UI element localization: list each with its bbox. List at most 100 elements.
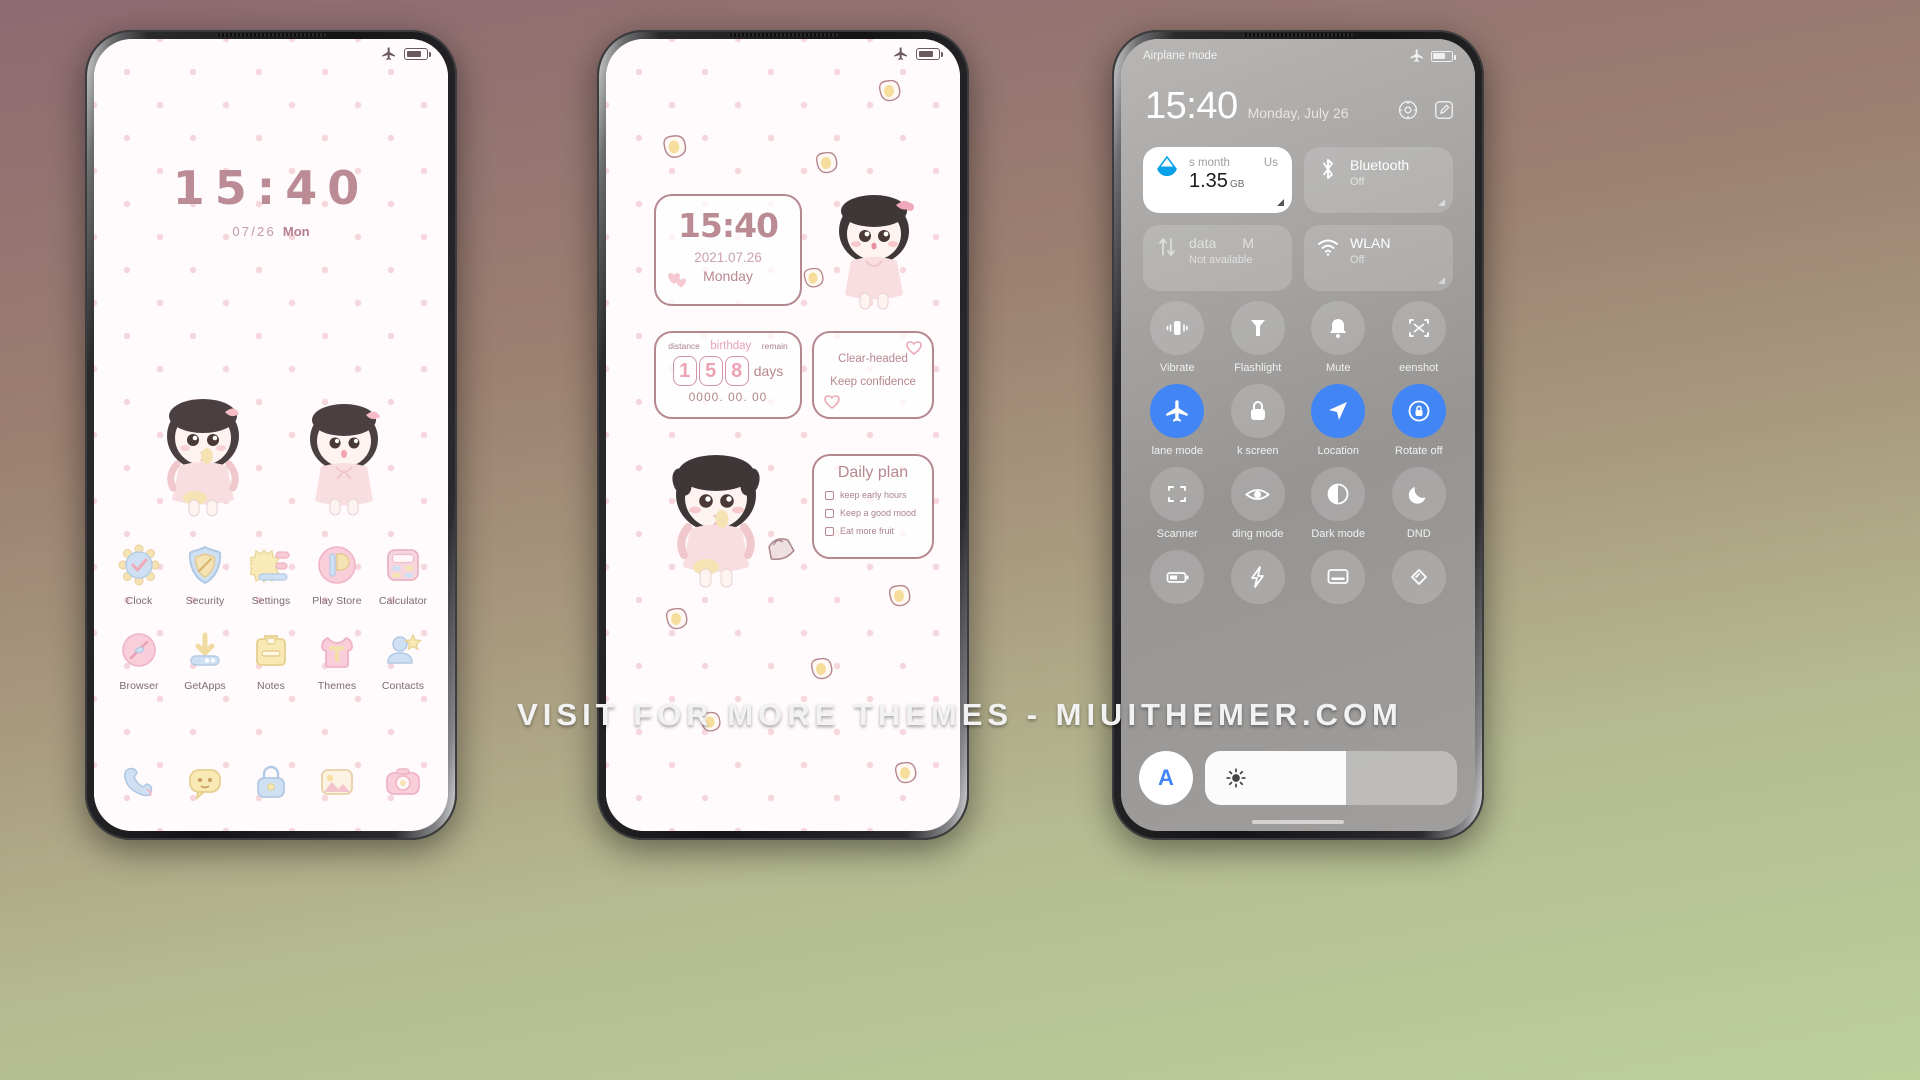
toggle-nfc[interactable] [1379, 550, 1460, 611]
wlan-title: WLAN [1350, 235, 1391, 251]
toggle-battery-boost[interactable] [1218, 550, 1299, 611]
toggle-label: Mute [1326, 362, 1351, 374]
egg-sticker [806, 657, 836, 688]
lockscreen-time: 15:40 [172, 161, 370, 215]
egg-sticker [884, 584, 914, 615]
plan-checkbox[interactable] [825, 526, 834, 536]
plan-item[interactable]: Eat more fruit [825, 526, 932, 536]
toggle-dnd[interactable]: DND [1379, 467, 1460, 540]
toggle-flashlight[interactable]: Flashlight [1218, 301, 1299, 374]
card-wlan[interactable]: WLAN Off [1304, 225, 1453, 291]
flashlight-icon [1230, 301, 1285, 355]
control-center-actions [1397, 99, 1455, 121]
toggle-label: ding mode [1232, 528, 1284, 540]
egg-sticker [874, 79, 904, 110]
quote-line-2: Keep confidence [830, 376, 916, 388]
plan-item[interactable]: keep early hours [825, 490, 932, 500]
camera-icon[interactable] [382, 761, 424, 803]
toggle-lock-screen[interactable]: k screen [1218, 384, 1299, 457]
app-clock[interactable]: Clock [108, 544, 170, 607]
card-bluetooth[interactable]: Bluetooth Off [1304, 147, 1453, 213]
settings-gear-icon[interactable] [1397, 99, 1419, 121]
toggle-location[interactable]: Location [1298, 384, 1379, 457]
plan-checkbox[interactable] [825, 490, 834, 500]
toggle-vibrate[interactable]: Vibrate [1137, 301, 1218, 374]
toggle-label: DND [1406, 528, 1431, 540]
status-airplane-label: Airplane mode [1143, 50, 1218, 62]
app-browser[interactable]: Browser [108, 629, 170, 692]
toggle-dark-mode[interactable]: Dark mode [1298, 467, 1379, 540]
heart-icon [668, 273, 686, 288]
toggle-screenshot[interactable]: eenshot [1379, 301, 1460, 374]
bolt-icon [1230, 550, 1285, 604]
data-drop-icon [1155, 156, 1179, 181]
app-notes[interactable]: Notes [240, 629, 302, 692]
heart-icon [906, 341, 922, 355]
location-icon [1311, 384, 1366, 438]
card-mobile-data[interactable]: data M Not available [1143, 225, 1292, 291]
nfc-icon [1391, 550, 1446, 604]
quick-setting-cards: s month Us 1.35 GB Bluetooth Off data M … [1143, 147, 1453, 291]
toggle-battery-saver[interactable] [1137, 550, 1218, 611]
messages-icon[interactable] [184, 761, 226, 803]
app-play-store[interactable]: Play Store [306, 544, 368, 607]
expand-corner-icon[interactable] [1438, 199, 1445, 206]
lock-icon[interactable] [250, 761, 292, 803]
shield-icon [184, 544, 226, 586]
expand-corner-icon[interactable] [1277, 199, 1284, 206]
expand-corner-icon[interactable] [1438, 277, 1445, 284]
settings-icon [246, 544, 292, 586]
character-girl-right [294, 399, 394, 521]
plan-item-label: Eat more fruit [840, 526, 895, 536]
app-getapps[interactable]: GetApps [174, 629, 236, 692]
toggle-cast[interactable] [1298, 550, 1379, 611]
phone-icon[interactable] [118, 761, 160, 803]
screenshot-stage: 15:40 07/26 Mon Clock Security Settings … [0, 0, 1920, 1080]
edit-icon[interactable] [1433, 99, 1455, 121]
auto-brightness-button[interactable]: A [1139, 751, 1193, 805]
toggle-mute[interactable]: Mute [1298, 301, 1379, 374]
widget-quote[interactable]: Clear-headed Keep confidence [812, 331, 934, 419]
app-settings[interactable]: Settings [240, 544, 302, 607]
toggle-rotate-off[interactable]: Rotate off [1379, 384, 1460, 457]
clock-icon [118, 544, 160, 586]
egg-sticker [890, 761, 920, 792]
app-calculator[interactable]: Calculator [372, 544, 434, 607]
birthday-label-mid: birthday [710, 340, 752, 352]
themes-icon [316, 629, 358, 671]
egg-sticker [811, 151, 841, 182]
toggle-grid: Vibrate Flashlight Mute eenshot lane mod… [1137, 301, 1459, 611]
lockscreen-statusbar [94, 39, 448, 69]
character-girl-left [149, 394, 257, 522]
toggle-label: Rotate off [1395, 445, 1443, 457]
card-data-usage[interactable]: s month Us 1.35 GB [1143, 147, 1292, 213]
widget-daily-plan[interactable]: Daily plan keep early hours Keep a good … [812, 454, 934, 559]
toggle-label: eenshot [1399, 362, 1439, 374]
lock-icon [1230, 384, 1285, 438]
widget-clock[interactable]: 15:40 2021.07.26 Monday [654, 194, 802, 306]
gallery-icon[interactable] [316, 761, 358, 803]
toggle-scanner[interactable]: Scanner [1137, 467, 1218, 540]
plan-checkbox[interactable] [825, 508, 834, 518]
toggle-reading-mode[interactable]: ding mode [1218, 467, 1299, 540]
character-girl-top [822, 191, 926, 315]
control-center-clock-row: 15:40 Monday, July 26 [1145, 87, 1455, 125]
brightness-slider[interactable] [1205, 751, 1457, 805]
lockscreen-date-value: 07/26 [232, 224, 276, 239]
birthday-digit: 1 [672, 356, 697, 386]
egg-sticker [799, 267, 827, 296]
toggle-airplane-mode[interactable]: lane mode [1137, 384, 1218, 457]
app-security[interactable]: Security [174, 544, 236, 607]
toggle-label: Location [1317, 445, 1360, 457]
plan-item[interactable]: Keep a good mood [825, 508, 932, 518]
app-themes[interactable]: Themes [306, 629, 368, 692]
scanner-icon [1150, 467, 1205, 521]
app-label: Security [185, 595, 225, 607]
app-label: Browser [119, 680, 159, 692]
airplane-icon [382, 47, 395, 60]
toggle-label: k screen [1236, 445, 1279, 457]
widget-birthday[interactable]: distance birthday remain 1 5 8 days 0000… [654, 331, 802, 419]
app-contacts[interactable]: Contacts [372, 629, 434, 692]
heart-icon [824, 395, 840, 409]
data-usage-number: 1.35 [1189, 170, 1228, 192]
